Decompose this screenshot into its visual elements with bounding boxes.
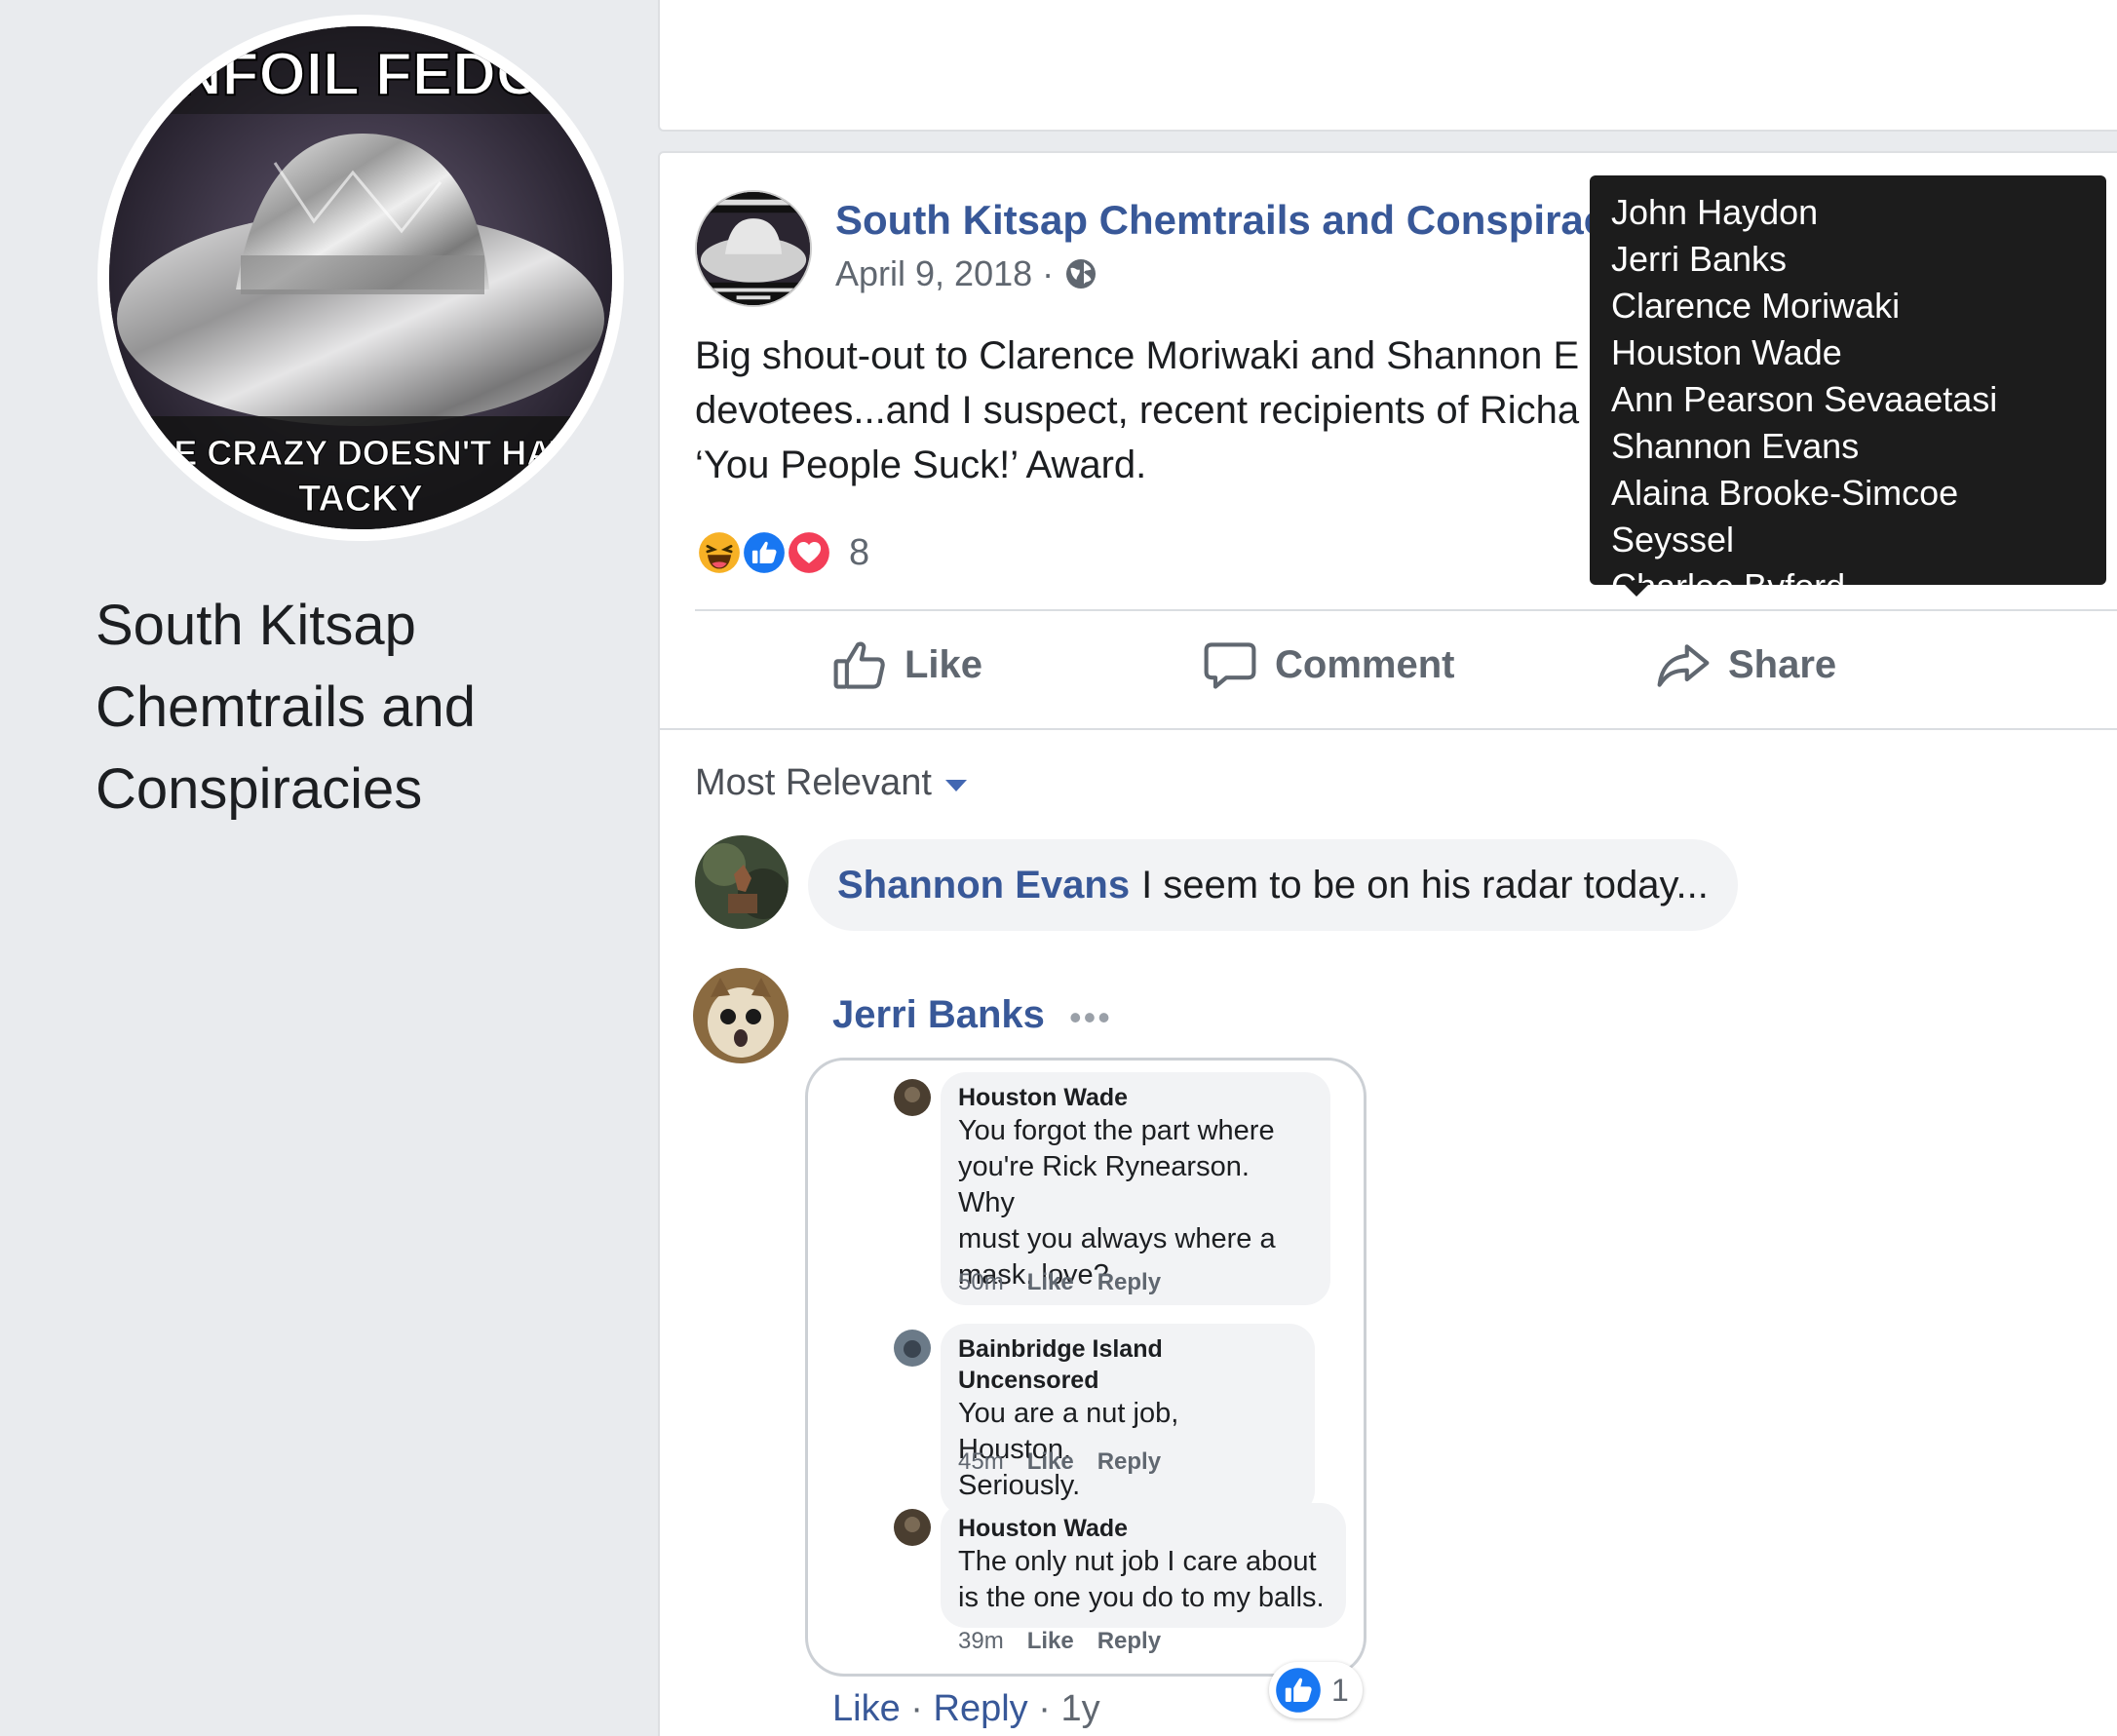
screenshot-comment-line: The only nut job I care about — [958, 1546, 1317, 1577]
profile-text-bottom-2: TACKY — [298, 479, 423, 520]
comment-author-link[interactable]: Shannon Evans — [837, 864, 1130, 907]
comment-like-link[interactable]: Like — [832, 1688, 901, 1729]
post-avatar[interactable] — [695, 190, 812, 307]
screenshot-like: Like — [1026, 1628, 1074, 1654]
tinfoil-hat-image: NFOIL FEDO USE CRAZY DOESN'T HAVE TACKY — [109, 26, 612, 529]
page-name-line: Chemtrails and — [96, 675, 477, 739]
avatar — [894, 1330, 931, 1367]
like-reaction-icon — [1276, 1668, 1321, 1713]
tooltip-name: Charlee Byford — [1611, 566, 1846, 606]
post-author-link[interactable]: South Kitsap Chemtrails and Conspiracie — [835, 197, 1640, 244]
tooltip-name: Jerri Banks — [1611, 239, 1788, 279]
screenshot-comment-line: must you always where a — [958, 1223, 1276, 1254]
comment-bubble-icon — [1204, 642, 1256, 689]
comment-text: I seem to be on his radar today... — [1141, 863, 1709, 907]
profile-text-bottom-1: USE CRAZY DOESN'T HAVE — [125, 433, 596, 473]
tooltip-name: John Haydon — [1611, 192, 1819, 232]
screenshot-comment-meta: 45m Like Reply — [958, 1448, 1161, 1476]
screenshot-comment-author: Houston Wade — [958, 1515, 1129, 1542]
tooltip-name: Clarence Moriwaki — [1611, 286, 1901, 326]
like-label: Like — [905, 642, 983, 686]
screenshot-comment-meta: 50m Like Reply — [958, 1269, 1161, 1296]
profile-text-top: NFOIL FEDO — [178, 41, 543, 108]
more-options-icon[interactable]: ••• — [1069, 997, 1112, 1038]
page-name-line: South Kitsap — [96, 594, 416, 657]
screenshot-time: 39m — [958, 1628, 1004, 1654]
post-actions: Like Comment Share — [660, 611, 2117, 718]
screenshot-comment-line: is the one you do to my balls. — [958, 1582, 1325, 1613]
screenshot-comment-author: Houston Wade — [958, 1084, 1129, 1111]
divider — [660, 728, 2117, 730]
page-name[interactable]: South Kitsap Chemtrails and Conspiracies — [96, 585, 622, 830]
like-button[interactable]: Like — [830, 611, 982, 718]
top-card — [658, 0, 2117, 132]
share-button[interactable]: Share — [1654, 611, 1836, 718]
avatar[interactable] — [695, 835, 789, 929]
post-meta: April 9, 2018 · — [835, 253, 1098, 294]
tinfoil-hat-graphic: NFOIL FEDO USE CRAZY DOESN'T HAVE TACKY — [109, 26, 612, 529]
comment-screenshot-image[interactable]: Houston Wade You forgot the part where y… — [805, 1058, 1366, 1677]
screenshot-comment-meta: 39m Like Reply — [958, 1628, 1161, 1655]
comment-button[interactable]: Comment — [1201, 611, 1454, 718]
tooltip-name: Ann Pearson Sevaaetasi — [1611, 379, 1998, 419]
sort-label: Most Relevant — [695, 762, 932, 803]
screenshot-comment-line: You forgot the part where — [958, 1115, 1275, 1146]
comment-sort-dropdown[interactable]: Most Relevant — [695, 762, 967, 804]
screenshot-time: 45m — [958, 1448, 1004, 1475]
page-name-line: Conspiracies — [96, 757, 423, 821]
separator: · — [900, 1688, 934, 1729]
screenshot-like: Like — [1026, 1269, 1074, 1295]
screenshot-time: 50m — [958, 1269, 1004, 1295]
haha-reaction-icon — [695, 528, 744, 577]
tooltip-name: Houston Wade — [1611, 332, 1842, 372]
avatar[interactable] — [693, 968, 789, 1063]
comment-actions: Like · Reply · 1y — [832, 1688, 1100, 1730]
comment-label: Comment — [1275, 642, 1455, 686]
screenshot-comment-line: you're Rick Rynearson. Why — [958, 1151, 1250, 1218]
left-column: NFOIL FEDO USE CRAZY DOESN'T HAVE TACKY … — [0, 0, 656, 1736]
reaction-count: 8 — [849, 531, 870, 573]
comment-reaction-badge[interactable]: 1 — [1269, 1662, 1363, 1718]
share-label: Share — [1728, 642, 1837, 686]
comment-age[interactable]: 1y — [1060, 1688, 1099, 1729]
tooltip-name: Shannon Evans — [1611, 426, 1860, 466]
screenshot-reply: Reply — [1097, 1269, 1162, 1295]
tinfoil-hat-thumbnail — [697, 192, 810, 305]
comment-author-link[interactable]: Jerri Banks — [832, 993, 1045, 1037]
screenshot-comment-bubble: Bainbridge Island Uncensored You are a n… — [941, 1324, 1315, 1516]
comment-reply-link[interactable]: Reply — [934, 1688, 1028, 1729]
separator: · — [1027, 1688, 1061, 1729]
post-date[interactable]: April 9, 2018 · — [835, 253, 1054, 294]
screenshot-reply: Reply — [1097, 1628, 1162, 1654]
profile-picture[interactable]: NFOIL FEDO USE CRAZY DOESN'T HAVE TACKY — [97, 15, 624, 541]
comment-like-count: 1 — [1331, 1672, 1349, 1708]
comment-bubble: Shannon Evans I seem to be on his radar … — [808, 839, 1738, 931]
screenshot-comment-author: Bainbridge Island Uncensored — [958, 1335, 1163, 1394]
avatar — [894, 1509, 931, 1546]
globe-icon[interactable] — [1063, 256, 1098, 291]
screenshot-comment-bubble: Houston Wade The only nut job I care abo… — [941, 1503, 1346, 1628]
reactions-tooltip: John Haydon Jerri Banks Clarence Moriwak… — [1590, 175, 2106, 606]
caret-down-icon — [944, 779, 967, 791]
share-arrow-icon — [1657, 644, 1710, 687]
screenshot-like: Like — [1026, 1448, 1074, 1475]
tooltip-arrow — [1623, 583, 1650, 597]
like-reaction-icon — [740, 528, 789, 577]
tooltip-name: Alaina Brooke-Simcoe Seyssel — [1611, 473, 1959, 559]
avatar — [894, 1079, 931, 1116]
reactions-summary[interactable]: 8 — [695, 528, 869, 577]
screenshot-reply: Reply — [1097, 1448, 1162, 1475]
thumbs-up-icon — [833, 641, 885, 689]
love-reaction-icon — [785, 528, 833, 577]
